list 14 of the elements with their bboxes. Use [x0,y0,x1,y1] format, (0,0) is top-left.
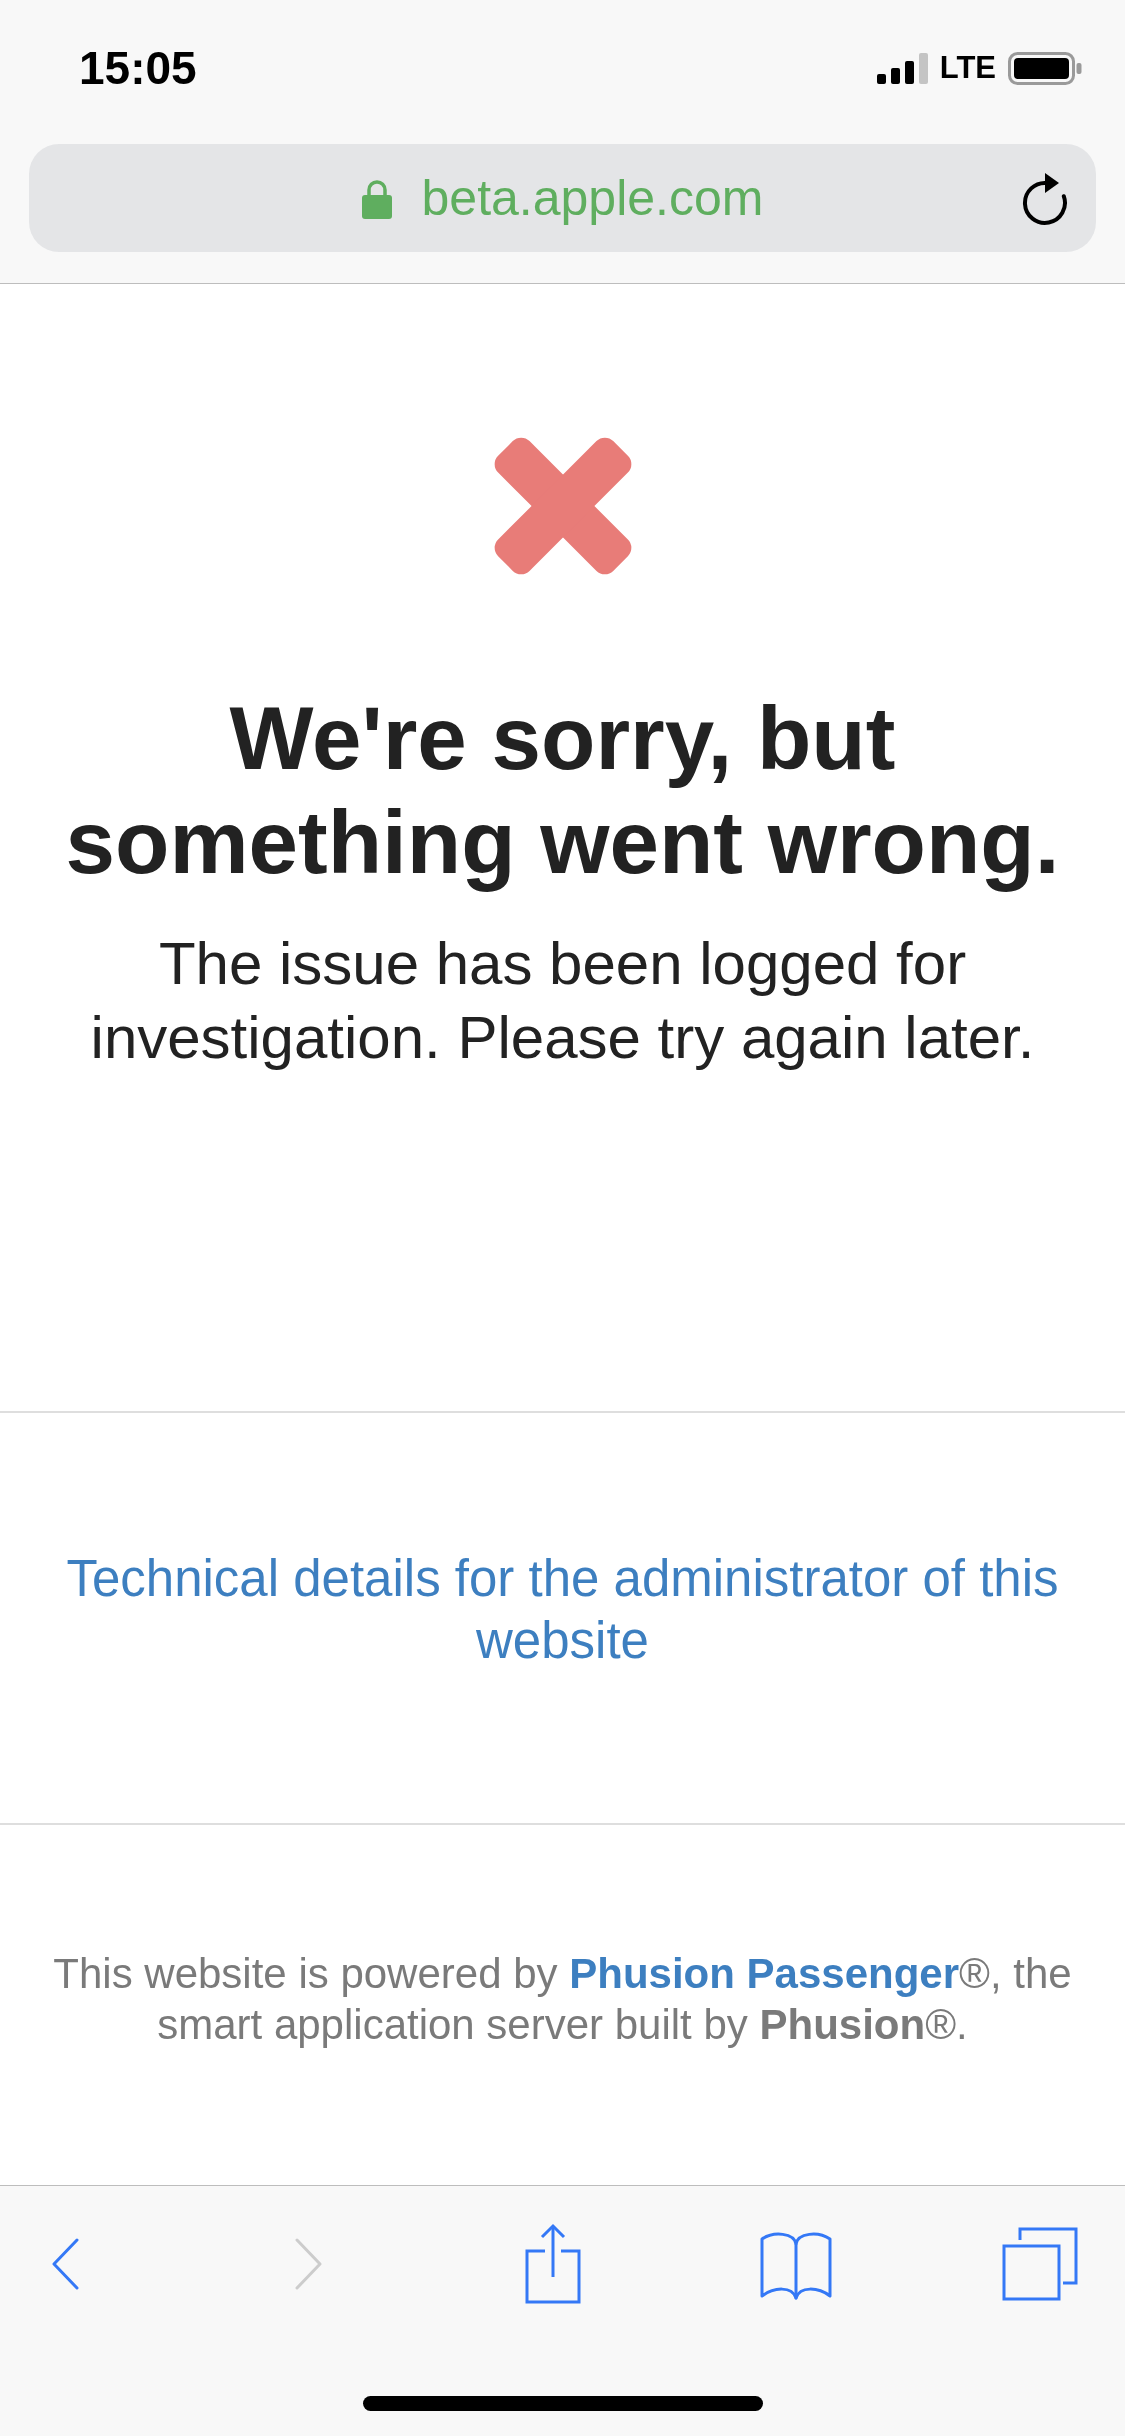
chevron-left-icon[interactable] [51,2238,79,2290]
footer-text: This website is powered by Phusion Passenger®, the smart application server built by Phusion®. [52,1949,1073,2050]
signal-icon [876,52,928,84]
reload-icon[interactable] [1021,171,1069,225]
status-time: 15:05 [79,41,197,95]
share-icon[interactable] [523,2223,582,2305]
error-message: The issue has been logged for investigation. Please try again later. [89,929,1036,1073]
error-heading: We're sorry, but something went wrong. [64,687,1061,894]
address-bar[interactable]: beta.apple.com [29,144,1096,252]
battery-icon [1008,51,1082,85]
network-label: LTE [939,50,996,86]
technical-details-link[interactable]: Technical details for the administrator of this website [40,1548,1085,1672]
footer-link[interactable]: Phusion Passenger [569,1950,959,1997]
overlapping-squares-icon[interactable] [1001,2226,1079,2302]
